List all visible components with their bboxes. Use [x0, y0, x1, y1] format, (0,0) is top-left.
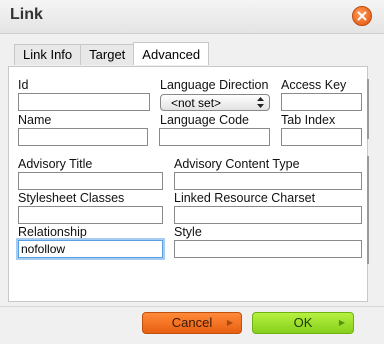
- advisory-title-input[interactable]: [18, 172, 163, 190]
- cancel-button[interactable]: Cancel ▶: [142, 312, 242, 334]
- tab-advanced[interactable]: Advanced: [133, 42, 210, 65]
- name-label: Name: [18, 113, 52, 127]
- style-input[interactable]: [174, 240, 362, 258]
- language-direction-value: <not set>: [171, 96, 222, 110]
- tab-target[interactable]: Target: [80, 44, 135, 65]
- triangle-right-icon: ▶: [226, 318, 233, 327]
- linked-resource-charset-input[interactable]: [174, 206, 362, 224]
- relationship-input[interactable]: [18, 240, 163, 258]
- cancel-button-label: Cancel: [171, 315, 213, 330]
- advisory-title-label: Advisory Title: [18, 157, 93, 171]
- tab-bar: Link Info Target Advanced: [14, 42, 210, 66]
- tab-index-label: Tab Index: [281, 113, 336, 127]
- dialog-titlebar[interactable]: Link: [0, 0, 384, 34]
- advisory-content-type-label: Advisory Content Type: [174, 157, 300, 171]
- close-button[interactable]: [352, 6, 372, 26]
- triangle-right-icon: ▶: [338, 318, 345, 327]
- up-down-arrows-icon: [257, 97, 264, 108]
- advisory-content-type-input[interactable]: [174, 172, 362, 190]
- language-code-input[interactable]: [159, 128, 270, 146]
- stylesheet-classes-input[interactable]: [18, 206, 163, 224]
- access-key-label: Access Key: [281, 78, 347, 92]
- tab-link-info[interactable]: Link Info: [14, 44, 82, 65]
- language-direction-select[interactable]: <not set>: [160, 94, 270, 111]
- scrollbar-indicator[interactable]: [367, 79, 369, 139]
- footer-divider: [0, 306, 384, 307]
- access-key-input[interactable]: [281, 93, 362, 111]
- ok-button-label: OK: [293, 315, 313, 330]
- link-dialog: Link Link Info Target Advanced Id Langua…: [0, 0, 384, 344]
- language-direction-label: Language Direction: [160, 78, 269, 92]
- relationship-label: Relationship: [18, 225, 87, 239]
- stylesheet-classes-label: Stylesheet Classes: [18, 191, 125, 205]
- ok-button[interactable]: OK ▶: [252, 312, 354, 334]
- tab-index-input[interactable]: [281, 128, 362, 146]
- id-label: Id: [18, 78, 29, 92]
- name-input[interactable]: [18, 128, 148, 146]
- style-label: Style: [174, 225, 202, 239]
- id-input[interactable]: [18, 93, 150, 111]
- scrollbar-indicator[interactable]: [367, 156, 369, 264]
- linked-resource-charset-label: Linked Resource Charset: [174, 191, 316, 205]
- dialog-title: Link: [10, 6, 43, 23]
- language-code-label: Language Code: [160, 113, 249, 127]
- close-icon: [357, 11, 367, 21]
